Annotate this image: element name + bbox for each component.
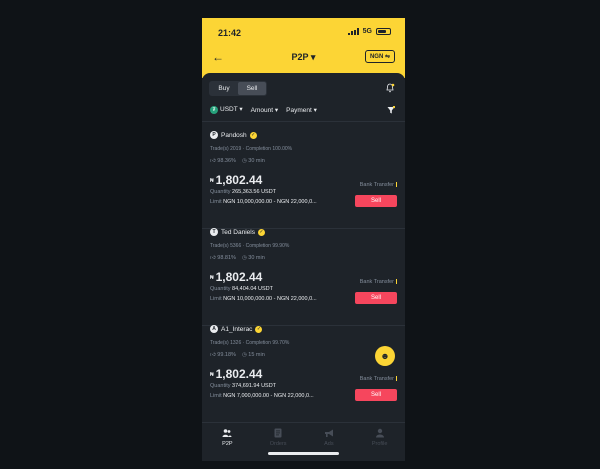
- filter-divider: [202, 121, 405, 122]
- rating-row: 👍︎ 98.36% ◷ 30 min: [210, 158, 265, 164]
- sell-button[interactable]: Sell: [355, 389, 397, 401]
- swap-icon: ⇋: [384, 54, 390, 60]
- merchant-name: A1_Interac: [221, 325, 253, 333]
- avatar: P: [210, 131, 218, 139]
- thumbs-up-icon: 👍︎: [210, 352, 216, 358]
- asset-filter[interactable]: ₮ USDT ▾: [210, 105, 243, 114]
- merchant-info[interactable]: A A1_Interac ✓: [210, 325, 263, 333]
- offer-price: ₦ 1,802.44: [210, 367, 263, 381]
- verified-badge-icon: ✓: [249, 131, 257, 139]
- clock-icon: ◷: [241, 352, 247, 358]
- payment-method: Bank Transfer: [360, 279, 397, 285]
- quantity-row: Quantity 265,363.56 USDT: [210, 189, 277, 195]
- avatar: T: [210, 228, 218, 236]
- chevron-down-icon: ▾: [310, 52, 316, 62]
- quantity-row: Quantity 374,691.94 USDT: [210, 383, 277, 389]
- trade-stats: Trade(s) 1326 · Completion 99.70%: [210, 340, 290, 346]
- merchant-info[interactable]: T Ted Daniels ✓: [210, 228, 265, 236]
- quantity-row: Quantity 84,404.04 USDT: [210, 286, 273, 292]
- bottom-navigation: P2P Orders Ads Profile: [202, 422, 405, 461]
- filter-bar: ₮ USDT ▾ Amount ▾ Payment ▾: [210, 105, 317, 114]
- verified-badge-icon: ✓: [255, 325, 263, 333]
- signal-icon: [347, 28, 359, 35]
- status-bar: 21:42 5G: [202, 28, 405, 40]
- offers-panel: Buy Sell ₮ USDT ▾ Amount ▾ Payment ▾ P Pa…: [202, 73, 405, 428]
- offer-price: ₦ 1,802.44: [210, 173, 263, 187]
- offer-card[interactable]: T Ted Daniels ✓ Trade(s) 5366 · Completi…: [202, 228, 405, 326]
- offer-card[interactable]: P Pandosh ✓ Trade(s) 2019 · Completion 1…: [202, 131, 405, 229]
- buy-sell-toggle: Buy Sell: [209, 81, 267, 96]
- verified-badge-icon: ✓: [257, 228, 265, 236]
- network-type: 5G: [362, 28, 372, 35]
- currency-switch-button[interactable]: NGN ⇋: [364, 50, 395, 63]
- status-time: 21:42: [218, 28, 242, 38]
- thumbs-up-icon: 👍︎: [210, 158, 216, 164]
- merchant-name: Pandosh: [221, 131, 247, 139]
- buy-tab[interactable]: Buy: [210, 82, 238, 95]
- rating-row: 👍︎ 98.81% ◷ 30 min: [210, 255, 265, 261]
- chat-support-button[interactable]: ☻: [375, 346, 395, 366]
- profile-icon: [375, 428, 384, 438]
- trade-stats: Trade(s) 5366 · Completion 99.90%: [210, 243, 290, 249]
- status-indicators: 5G: [347, 28, 391, 35]
- rating-row: 👍︎ 99.18% ◷ 15 min: [210, 352, 265, 358]
- amount-filter[interactable]: Amount ▾: [251, 106, 278, 114]
- trade-stats: Trade(s) 2019 · Completion 100.00%: [210, 146, 293, 152]
- tether-icon: ₮: [210, 106, 218, 114]
- payment-filter[interactable]: Payment ▾: [286, 106, 317, 114]
- nav-item-orders[interactable]: Orders: [253, 423, 304, 461]
- nav-item-ads[interactable]: Ads: [304, 423, 355, 461]
- filter-funnel-icon[interactable]: [387, 106, 395, 114]
- thumbs-up-icon: 👍︎: [210, 255, 216, 261]
- battery-icon: [376, 28, 391, 35]
- megaphone-icon: [324, 429, 333, 437]
- merchant-name: Ted Daniels: [221, 228, 255, 236]
- clock-icon: ◷: [241, 255, 247, 261]
- orders-icon: [274, 428, 282, 438]
- payment-method: Bank Transfer: [360, 182, 397, 188]
- app-header: ← P2P ▾ NGN ⇋: [202, 48, 405, 68]
- users-icon: [222, 429, 232, 437]
- offer-card[interactable]: A A1_Interac ✓ Trade(s) 1326 · Completio…: [210, 325, 397, 423]
- limit-row: Limit NGN 10,000,000.00 - NGN 22,000,0..…: [210, 199, 317, 205]
- offer-price: ₦ 1,802.44: [210, 270, 263, 284]
- limit-row: Limit NGN 7,000,000.00 - NGN 22,000,0...: [210, 393, 314, 399]
- notification-bell-icon[interactable]: [385, 83, 395, 93]
- home-indicator: [268, 452, 339, 455]
- sell-button[interactable]: Sell: [355, 195, 397, 207]
- sell-tab[interactable]: Sell: [238, 82, 266, 95]
- nav-item-profile[interactable]: Profile: [354, 423, 405, 461]
- payment-method: Bank Transfer: [360, 376, 397, 382]
- clock-icon: ◷: [241, 158, 247, 164]
- nav-item-p2p[interactable]: P2P: [202, 423, 253, 461]
- avatar: A: [210, 325, 218, 333]
- limit-row: Limit NGN 10,000,000.00 - NGN 22,000,0..…: [210, 296, 317, 302]
- merchant-info[interactable]: P Pandosh ✓: [210, 131, 257, 139]
- sell-button[interactable]: Sell: [355, 292, 397, 304]
- phone-screen: 21:42 5G ← P2P ▾ NGN ⇋ Buy Sell ₮ USDT ▾ …: [202, 18, 405, 461]
- chat-icon: ☻: [380, 351, 390, 361]
